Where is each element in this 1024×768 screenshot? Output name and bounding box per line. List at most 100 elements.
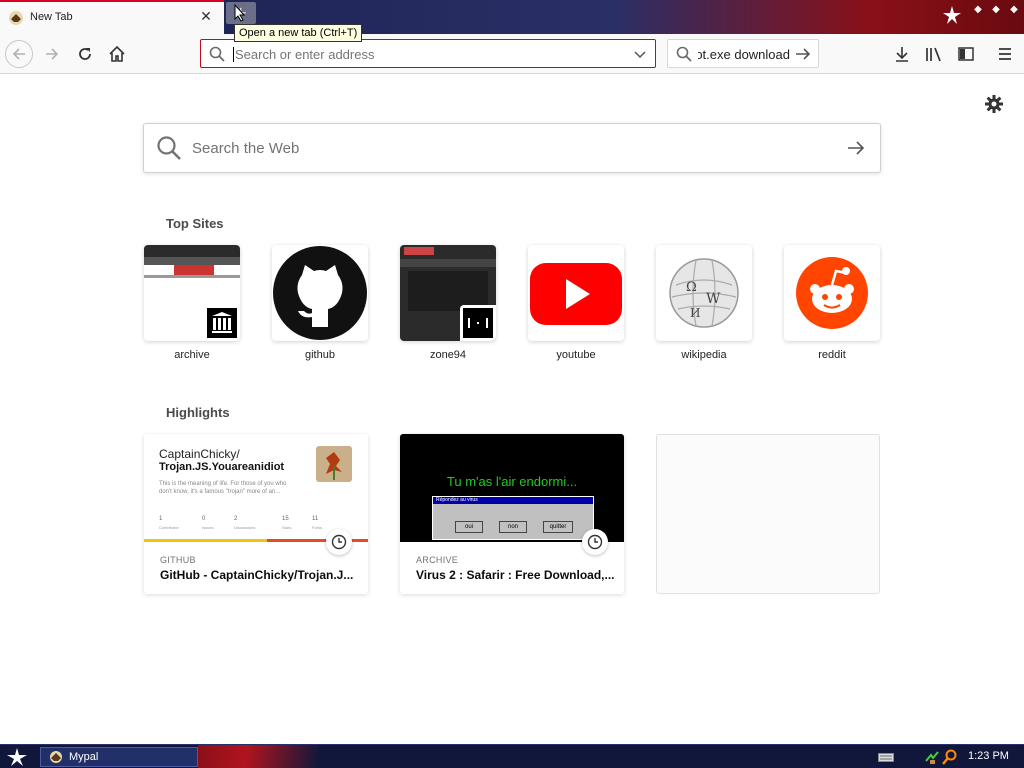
- tab-close-icon[interactable]: ✕: [198, 9, 214, 25]
- virus-video-thumbnail: Tu m'as l'air endormi... Répondez au vir…: [400, 434, 624, 542]
- star-logo-icon: [943, 6, 961, 24]
- clock-icon: [326, 529, 352, 555]
- top-site-zone94[interactable]: zone94: [400, 245, 496, 361]
- forward-arrow-icon: [46, 48, 59, 60]
- start-button-icon[interactable]: [6, 747, 28, 767]
- new-tab-tooltip: Open a new tab (Ctrl+T): [234, 24, 363, 42]
- url-input[interactable]: [235, 47, 615, 62]
- taskbar-flag-decoration: [198, 745, 318, 768]
- downloads-button[interactable]: [888, 40, 916, 68]
- sidebar-button[interactable]: [952, 40, 980, 68]
- highlight-title: Virus 2 : Safarir : Free Download,...: [416, 568, 615, 582]
- search-tray-icon[interactable]: [942, 749, 958, 765]
- top-site-label: reddit: [818, 349, 846, 361]
- search-bar[interactable]: ot.exe download: [667, 39, 819, 68]
- reload-button[interactable]: [71, 40, 99, 68]
- close-window-button[interactable]: ◆: [1006, 4, 1022, 18]
- highlight-card-archive[interactable]: Tu m'as l'air endormi... Répondez au vir…: [400, 434, 624, 594]
- github-repo-thumbnail: CaptainChicky/ Trojan.JS.Youareanidiot T…: [144, 434, 368, 542]
- virus-dialog-button: oui: [455, 521, 483, 533]
- svg-text:W: W: [706, 291, 721, 307]
- menu-button[interactable]: [991, 40, 1019, 68]
- repo-stat-label: Contributor: [159, 525, 179, 530]
- repo-stat: 15: [282, 516, 289, 522]
- reload-icon: [79, 48, 91, 60]
- minimize-button[interactable]: ◆: [970, 4, 986, 18]
- network-tray-icon[interactable]: [924, 749, 940, 765]
- top-sites-title: Top Sites: [166, 216, 224, 231]
- top-site-wikipedia[interactable]: Ω W И wikipedia: [656, 245, 752, 361]
- repo-stat-label: Forks: [312, 525, 322, 530]
- gear-icon[interactable]: [984, 94, 1004, 114]
- tab-new-tab[interactable]: New Tab ✕: [0, 0, 224, 34]
- download-icon: [896, 47, 908, 62]
- repo-name: Trojan.JS.Youareanidiot: [159, 461, 285, 473]
- home-icon: [109, 45, 125, 62]
- highlight-source: ARCHIVE: [416, 555, 459, 565]
- highlight-source: GITHUB: [160, 555, 196, 565]
- chevron-down-icon[interactable]: [633, 47, 647, 61]
- search-go-arrow-icon[interactable]: [846, 138, 866, 158]
- forward-button[interactable]: [38, 40, 66, 68]
- virus-dialog-button: non: [499, 521, 527, 533]
- home-button[interactable]: [103, 40, 131, 68]
- taskbar-item-label: Mypal: [69, 751, 99, 763]
- top-site-label: github: [305, 349, 335, 361]
- reddit-tile: [784, 245, 880, 341]
- top-site-github[interactable]: github: [272, 245, 368, 361]
- svg-text:И: И: [690, 306, 700, 320]
- back-button[interactable]: [5, 40, 33, 68]
- mypal-icon: [50, 751, 62, 763]
- web-search-box[interactable]: Search the Web: [143, 123, 881, 173]
- zone94-icon: [460, 305, 496, 341]
- highlights-title: Highlights: [166, 405, 230, 420]
- svg-text:Ω: Ω: [686, 280, 697, 295]
- repo-stat-label: Issues: [202, 525, 214, 530]
- taskbar-item-mypal[interactable]: Mypal: [40, 747, 198, 767]
- top-site-label: zone94: [429, 349, 467, 361]
- repo-stat: 1: [159, 516, 163, 522]
- virus-headline: Tu m'as l'air endormi...: [446, 474, 578, 489]
- sidebar-icon: [958, 47, 974, 61]
- highlight-placeholder: [656, 434, 880, 594]
- github-icon: [273, 246, 367, 340]
- maximize-button[interactable]: ◆: [988, 4, 1004, 18]
- back-arrow-icon: [12, 48, 25, 60]
- reddit-icon: [796, 257, 868, 329]
- highlight-card-github[interactable]: CaptainChicky/ Trojan.JS.Youareanidiot T…: [144, 434, 368, 594]
- mypal-favicon-icon: [9, 11, 23, 25]
- hamburger-menu-icon: [999, 48, 1011, 60]
- tab-title: New Tab: [30, 11, 73, 23]
- repo-owner: CaptainChicky/: [159, 447, 240, 461]
- clock-time: 1:23 PM: [968, 750, 1009, 762]
- web-search-placeholder: Search the Web: [192, 140, 300, 157]
- library-icon: [926, 47, 941, 62]
- search-icon: [209, 46, 225, 62]
- go-arrow-icon[interactable]: [794, 45, 812, 63]
- taskbar: Mypal 1:23 PM: [0, 744, 1024, 768]
- top-site-label: archive: [174, 349, 210, 361]
- repo-stat-label: Discussions: [234, 525, 256, 530]
- clock-icon: [582, 529, 608, 555]
- github-tile: [272, 245, 368, 341]
- archive-icon: [204, 305, 240, 341]
- virus-dialog-button: quitter: [543, 521, 573, 533]
- repo-stat: 2: [234, 516, 238, 522]
- repo-desc-line1: This is the meaning of life. For those o…: [159, 481, 287, 487]
- search-bar-value: ot.exe download: [698, 47, 790, 62]
- archive-thumbnail: [144, 245, 240, 341]
- highlight-title: GitHub - CaptainChicky/Trojan.J...: [160, 568, 354, 582]
- keyboard-icon[interactable]: [878, 751, 894, 763]
- mouse-cursor-icon: [234, 4, 246, 22]
- top-site-reddit[interactable]: reddit: [784, 245, 880, 361]
- top-site-archive[interactable]: archive: [144, 245, 240, 361]
- text-caret: [233, 47, 234, 62]
- wikipedia-tile: Ω W И: [656, 245, 752, 341]
- url-bar[interactable]: [200, 39, 656, 68]
- top-site-label: youtube: [556, 349, 596, 361]
- search-icon: [157, 136, 181, 160]
- wikipedia-icon: Ω W И: [669, 258, 739, 328]
- library-button[interactable]: [920, 40, 948, 68]
- top-site-youtube[interactable]: youtube: [528, 245, 624, 361]
- zone94-thumbnail: [400, 245, 496, 341]
